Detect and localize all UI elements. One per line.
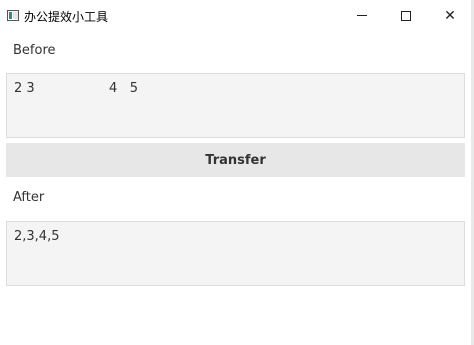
minimize-button[interactable] (340, 0, 384, 31)
maximize-icon (401, 10, 411, 21)
after-textarea[interactable]: 2,3,4,5 (6, 221, 465, 286)
transfer-button[interactable]: Transfer (6, 143, 465, 177)
after-label: After (13, 190, 45, 205)
close-icon: ✕ (444, 7, 456, 24)
minimize-icon (357, 15, 367, 16)
title-bar[interactable]: 办公提效小工具 ✕ (0, 0, 474, 31)
maximize-button[interactable] (384, 0, 428, 31)
window-title: 办公提效小工具 (24, 10, 109, 24)
app-window-icon (7, 10, 19, 21)
before-textarea[interactable]: 2 3 4 5 (6, 73, 465, 138)
before-label: Before (13, 43, 56, 58)
close-button[interactable]: ✕ (428, 0, 472, 31)
